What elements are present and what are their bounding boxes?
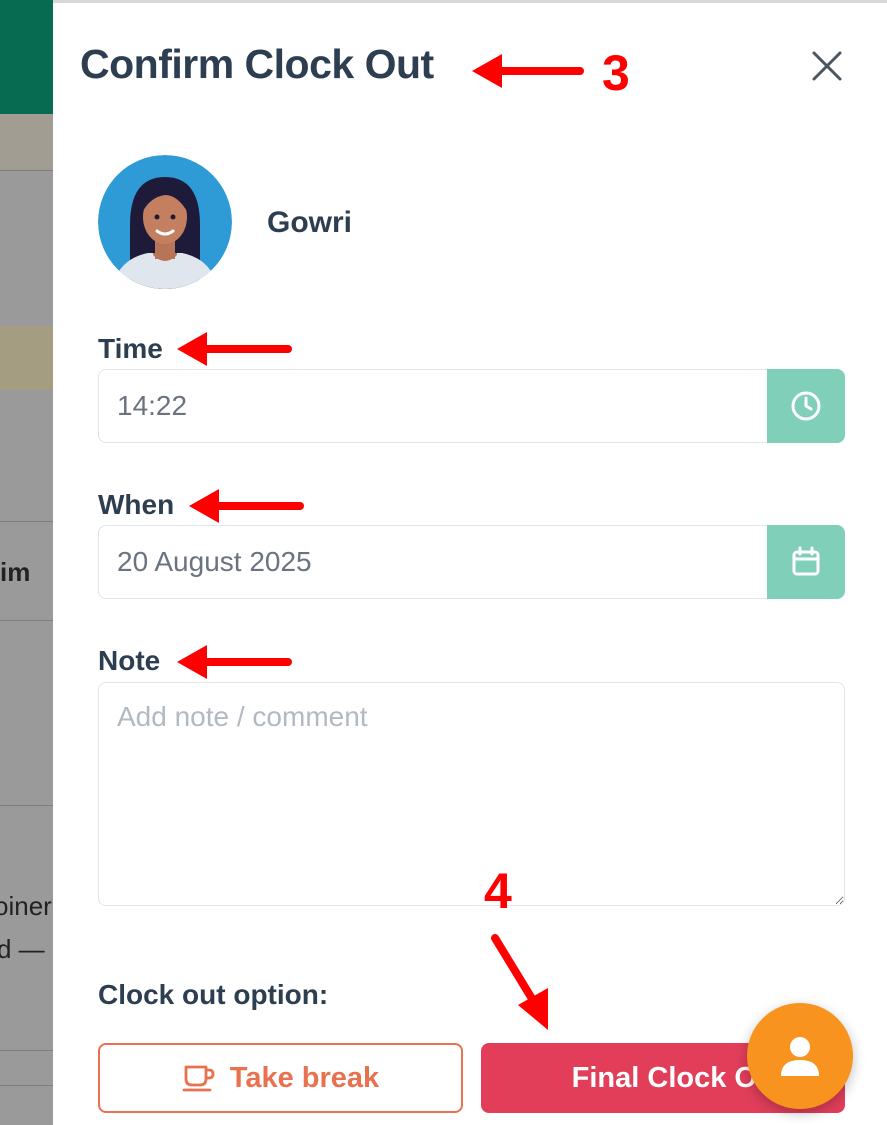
background-band bbox=[0, 326, 53, 390]
background-divider bbox=[0, 620, 53, 621]
user-fab-button[interactable] bbox=[747, 1003, 853, 1109]
background-text: d — bbox=[0, 934, 45, 964]
when-field-group bbox=[98, 525, 845, 599]
background-divider bbox=[0, 1085, 53, 1086]
user-avatar-illustration bbox=[98, 155, 232, 289]
background-text: im bbox=[0, 557, 31, 587]
background-divider bbox=[0, 805, 53, 806]
time-picker-button[interactable] bbox=[767, 369, 845, 443]
clock-out-drawer: Confirm Clock Out Gowri Time 14:22 When … bbox=[53, 3, 887, 1125]
close-icon bbox=[812, 51, 842, 81]
dialog-title: Confirm Clock Out bbox=[80, 41, 434, 87]
time-field-group bbox=[98, 369, 845, 443]
person-icon bbox=[781, 1037, 819, 1076]
user-name: Gowri bbox=[267, 206, 353, 239]
annotation-step-4: 4 bbox=[484, 863, 512, 919]
background-page: im oiner d — bbox=[0, 0, 53, 1125]
date-input[interactable] bbox=[98, 525, 767, 599]
date-picker-button[interactable] bbox=[767, 525, 845, 599]
time-label: Time bbox=[98, 333, 163, 364]
take-break-label: Take break bbox=[229, 1061, 380, 1094]
background-text: oiner bbox=[0, 891, 52, 921]
background-divider bbox=[0, 521, 53, 522]
user-avatar bbox=[98, 155, 232, 289]
time-input[interactable] bbox=[98, 369, 767, 443]
background-header bbox=[0, 0, 53, 114]
calendar-icon bbox=[792, 546, 820, 576]
when-label: When bbox=[98, 489, 175, 520]
take-break-button[interactable]: Take break bbox=[98, 1043, 463, 1113]
coffee-cup-icon bbox=[182, 1065, 215, 1092]
background-divider bbox=[0, 170, 53, 171]
note-textarea[interactable] bbox=[98, 682, 845, 906]
annotation-step-3: 3 bbox=[602, 45, 630, 101]
clock-out-option-label: Clock out option: bbox=[98, 979, 329, 1010]
clock-icon bbox=[791, 391, 821, 421]
background-band bbox=[0, 114, 53, 170]
background-divider bbox=[0, 1050, 53, 1051]
close-button[interactable] bbox=[808, 47, 848, 87]
note-label: Note bbox=[98, 645, 161, 676]
